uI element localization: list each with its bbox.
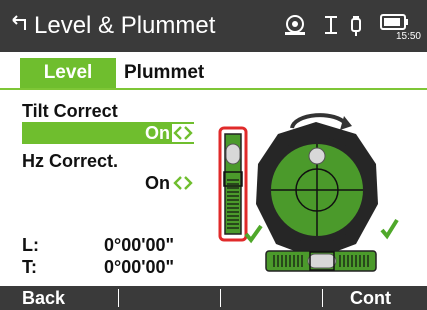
electronic-level-graphic — [218, 113, 399, 272]
softkey-bar: Back Cont — [0, 286, 427, 310]
title-bar: Level & Plummet 15:50 — [0, 0, 427, 52]
battery-icon — [380, 14, 408, 30]
tilt-correct-label: Tilt Correct — [22, 101, 118, 121]
instrument-icon — [325, 16, 337, 34]
horizontal-level-vial — [265, 250, 377, 272]
tab-bar: Level Plummet — [0, 58, 427, 90]
softkey-divider — [220, 289, 221, 307]
back-arrow-icon[interactable] — [10, 14, 30, 34]
tab-plummet[interactable]: Plummet — [116, 58, 226, 88]
t-readout-value: 0°00'00" — [104, 257, 175, 277]
l-readout-label: L: — [22, 235, 39, 255]
tilt-correct-selector[interactable]: On — [22, 122, 194, 144]
chevron-left-right-icon[interactable] — [172, 124, 194, 142]
target-icon — [285, 15, 305, 35]
vertical-level-vial — [218, 126, 248, 242]
clock: 15:50 — [395, 31, 421, 42]
t-readout-label: T: — [22, 257, 37, 277]
tilt-correct-value: On — [145, 123, 170, 143]
back-button[interactable]: Back — [22, 286, 65, 310]
hz-correct-value: On — [145, 173, 170, 193]
hz-correct-selector[interactable]: On — [22, 172, 194, 194]
continue-button[interactable]: Cont — [350, 286, 391, 310]
circular-level-bubble — [256, 113, 378, 259]
hz-correct-label: Hz Correct. — [22, 151, 119, 171]
l-readout-value: 0°00'00" — [104, 235, 175, 255]
tab-level[interactable]: Level — [20, 58, 116, 88]
reflector-icon — [351, 16, 361, 36]
softkey-divider — [322, 289, 323, 307]
check-icon — [244, 224, 263, 244]
softkey-divider — [118, 289, 119, 307]
page-title: Level & Plummet — [34, 12, 216, 39]
check-icon — [380, 218, 399, 240]
chevron-left-right-icon[interactable] — [172, 174, 194, 192]
